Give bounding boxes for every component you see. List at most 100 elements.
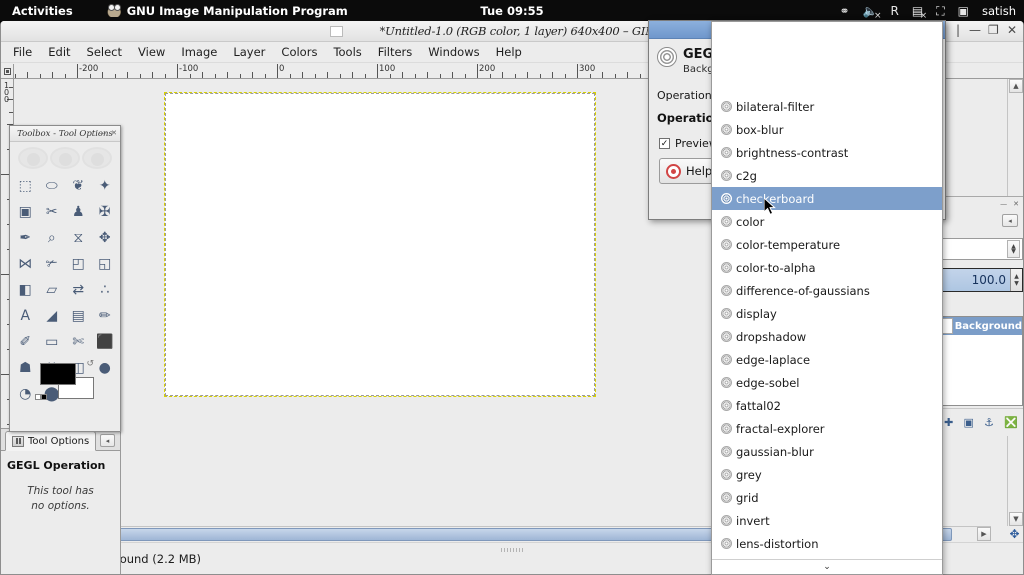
- rotate-tool[interactable]: ◰: [66, 252, 91, 276]
- menu-tools[interactable]: Tools: [326, 43, 368, 61]
- shear-tool[interactable]: ◧: [13, 278, 38, 302]
- minimize-button[interactable]: —: [969, 23, 981, 37]
- battery-icon[interactable]: ⛶: [936, 5, 944, 17]
- close-button[interactable]: ✕: [1007, 23, 1017, 37]
- dock-menu-button[interactable]: ◂: [100, 434, 115, 447]
- layers-dock-menu-button[interactable]: ◂: [1002, 214, 1018, 227]
- layer-row-background[interactable]: Background: [940, 317, 1022, 335]
- paths-tool[interactable]: ✠: [93, 200, 118, 224]
- dropdown-item-gaussian-blur[interactable]: gaussian-blur: [712, 440, 942, 463]
- layer-opacity-field[interactable]: 100.0 ▲ ▼: [933, 268, 1023, 292]
- paintbrush-tool[interactable]: ✐: [13, 330, 38, 354]
- foreground-select-tool[interactable]: ♟: [66, 200, 91, 224]
- dropdown-item-c2g[interactable]: c2g: [712, 164, 942, 187]
- layers-dock-minimize-button[interactable]: —: [1000, 200, 1007, 208]
- color-picker-tool[interactable]: ✒: [13, 226, 38, 250]
- tab-tool-options[interactable]: Tool Options: [5, 431, 97, 451]
- dropdown-item-dropshadow[interactable]: dropshadow: [712, 325, 942, 348]
- maximize-button[interactable]: ❐: [988, 23, 999, 37]
- accessibility-icon[interactable]: ⚭: [840, 5, 850, 17]
- dropdown-item-edge-laplace[interactable]: edge-laplace: [712, 348, 942, 371]
- scissors-select-tool[interactable]: ✂: [40, 200, 65, 224]
- crop-tool[interactable]: ✃: [40, 252, 65, 276]
- network-disconnected-icon[interactable]: ▤: [912, 5, 928, 21]
- screen-icon[interactable]: ▣: [958, 5, 969, 17]
- menu-windows[interactable]: Windows: [421, 43, 486, 61]
- dropdown-item-difference-of-gaussians[interactable]: difference-of-gaussians: [712, 279, 942, 302]
- layer-list[interactable]: Background: [939, 316, 1023, 406]
- eraser-tool[interactable]: ▭: [40, 330, 65, 354]
- layers-dock-close-button[interactable]: ✕: [1013, 200, 1019, 208]
- dropdown-item-lens-distortion[interactable]: lens-distortion: [712, 532, 942, 555]
- menu-layer[interactable]: Layer: [226, 43, 272, 61]
- preview-checkbox[interactable]: ✓: [659, 138, 670, 149]
- dropdown-item-color-to-alpha[interactable]: color-to-alpha: [712, 256, 942, 279]
- menu-select[interactable]: Select: [80, 43, 129, 61]
- smudge-tool[interactable]: ◔: [13, 382, 38, 406]
- menu-file[interactable]: File: [6, 43, 39, 61]
- dropdown-item-brightness-contrast[interactable]: brightness-contrast: [712, 141, 942, 164]
- operation-dropdown-popup[interactable]: bilateral-filter box-blur brightness-contr…: [711, 21, 943, 575]
- ellipse-select-tool[interactable]: ⬭: [40, 174, 65, 198]
- dropdown-item-checkerboard[interactable]: checkerboard: [712, 187, 942, 210]
- scroll-down-button[interactable]: ▼: [1009, 512, 1023, 526]
- airbrush-tool[interactable]: ✄: [66, 330, 91, 354]
- swap-colors-icon[interactable]: ↺: [86, 359, 94, 369]
- navigation-preview-button[interactable]: ✥: [1007, 526, 1022, 541]
- rect-select-tool[interactable]: ⬚: [13, 174, 38, 198]
- dropdown-item-color-temperature[interactable]: color-temperature: [712, 233, 942, 256]
- toolbox-minimize-button[interactable]: —: [99, 129, 106, 137]
- dropdown-item-fattal02[interactable]: fattal02: [712, 394, 942, 417]
- dropdown-item-grey[interactable]: grey: [712, 463, 942, 486]
- dropdown-item-bilateral-filter[interactable]: bilateral-filter: [712, 95, 942, 118]
- dropdown-item-edge-sobel[interactable]: edge-sobel: [712, 371, 942, 394]
- toolbox-titlebar[interactable]: Toolbox - Tool Options — ✕: [10, 126, 120, 142]
- measure-tool[interactable]: ⧖: [66, 226, 91, 250]
- bucket-fill-tool[interactable]: ◢: [40, 304, 65, 328]
- zoom-tool[interactable]: ⌕: [40, 226, 65, 250]
- flip-tool[interactable]: ⇄: [66, 278, 91, 302]
- anchor-layer-icon[interactable]: ⚓: [984, 416, 994, 429]
- toolbox-wilber-dropzone[interactable]: [14, 145, 116, 171]
- select-by-color-tool[interactable]: ▣: [13, 200, 38, 224]
- activities-button[interactable]: Activities: [0, 4, 85, 18]
- menu-edit[interactable]: Edit: [41, 43, 77, 61]
- duplicate-layer-icon[interactable]: ▣: [964, 416, 974, 429]
- dropdown-item-display[interactable]: display: [712, 302, 942, 325]
- bluetooth-icon[interactable]: R: [891, 5, 899, 17]
- toolbox-close-button[interactable]: ✕: [111, 129, 117, 137]
- scroll-up-button[interactable]: ▲: [1009, 79, 1023, 93]
- menu-colors[interactable]: Colors: [274, 43, 324, 61]
- clone-tool[interactable]: ☗: [13, 356, 38, 380]
- statusbar-handle[interactable]: [501, 548, 523, 552]
- scroll-right-button[interactable]: ▶: [977, 527, 991, 541]
- image-canvas[interactable]: [164, 92, 596, 397]
- blur-sharpen-tool[interactable]: ●: [93, 356, 118, 380]
- move-tool[interactable]: ✥: [93, 226, 118, 250]
- alignment-tool[interactable]: ⋈: [13, 252, 38, 276]
- pencil-tool[interactable]: ✏: [93, 304, 118, 328]
- reset-colors-icon[interactable]: [35, 393, 47, 402]
- dropdown-item-invert[interactable]: invert: [712, 509, 942, 532]
- dropdown-item-box-blur[interactable]: box-blur: [712, 118, 942, 141]
- gradient-tool[interactable]: ▤: [66, 304, 91, 328]
- free-select-tool[interactable]: ❦: [66, 174, 91, 198]
- perspective-tool[interactable]: ▱: [40, 278, 65, 302]
- fuzzy-select-tool[interactable]: ✦: [93, 174, 118, 198]
- scale-tool[interactable]: ◱: [93, 252, 118, 276]
- dropdown-item-fractal-explorer[interactable]: fractal-explorer: [712, 417, 942, 440]
- ruler-origin-button[interactable]: [1, 64, 14, 79]
- volume-muted-icon[interactable]: 🔈: [863, 5, 882, 21]
- layer-opacity-spinner[interactable]: ▲ ▼: [1010, 269, 1022, 291]
- user-menu[interactable]: satish: [982, 4, 1016, 18]
- text-tool[interactable]: A: [13, 304, 38, 328]
- menu-view[interactable]: View: [131, 43, 172, 61]
- dropdown-scroll-down-arrow[interactable]: ⌄: [712, 559, 942, 574]
- dropdown-item-grid[interactable]: grid: [712, 486, 942, 509]
- ink-tool[interactable]: ⬛: [93, 330, 118, 354]
- dropdown-item-color[interactable]: color: [712, 210, 942, 233]
- delete-layer-icon[interactable]: ❎: [1004, 416, 1018, 429]
- new-layer-icon[interactable]: ✚: [944, 416, 953, 429]
- menu-help[interactable]: Help: [489, 43, 529, 61]
- cage-transform-tool[interactable]: ∴: [93, 278, 118, 302]
